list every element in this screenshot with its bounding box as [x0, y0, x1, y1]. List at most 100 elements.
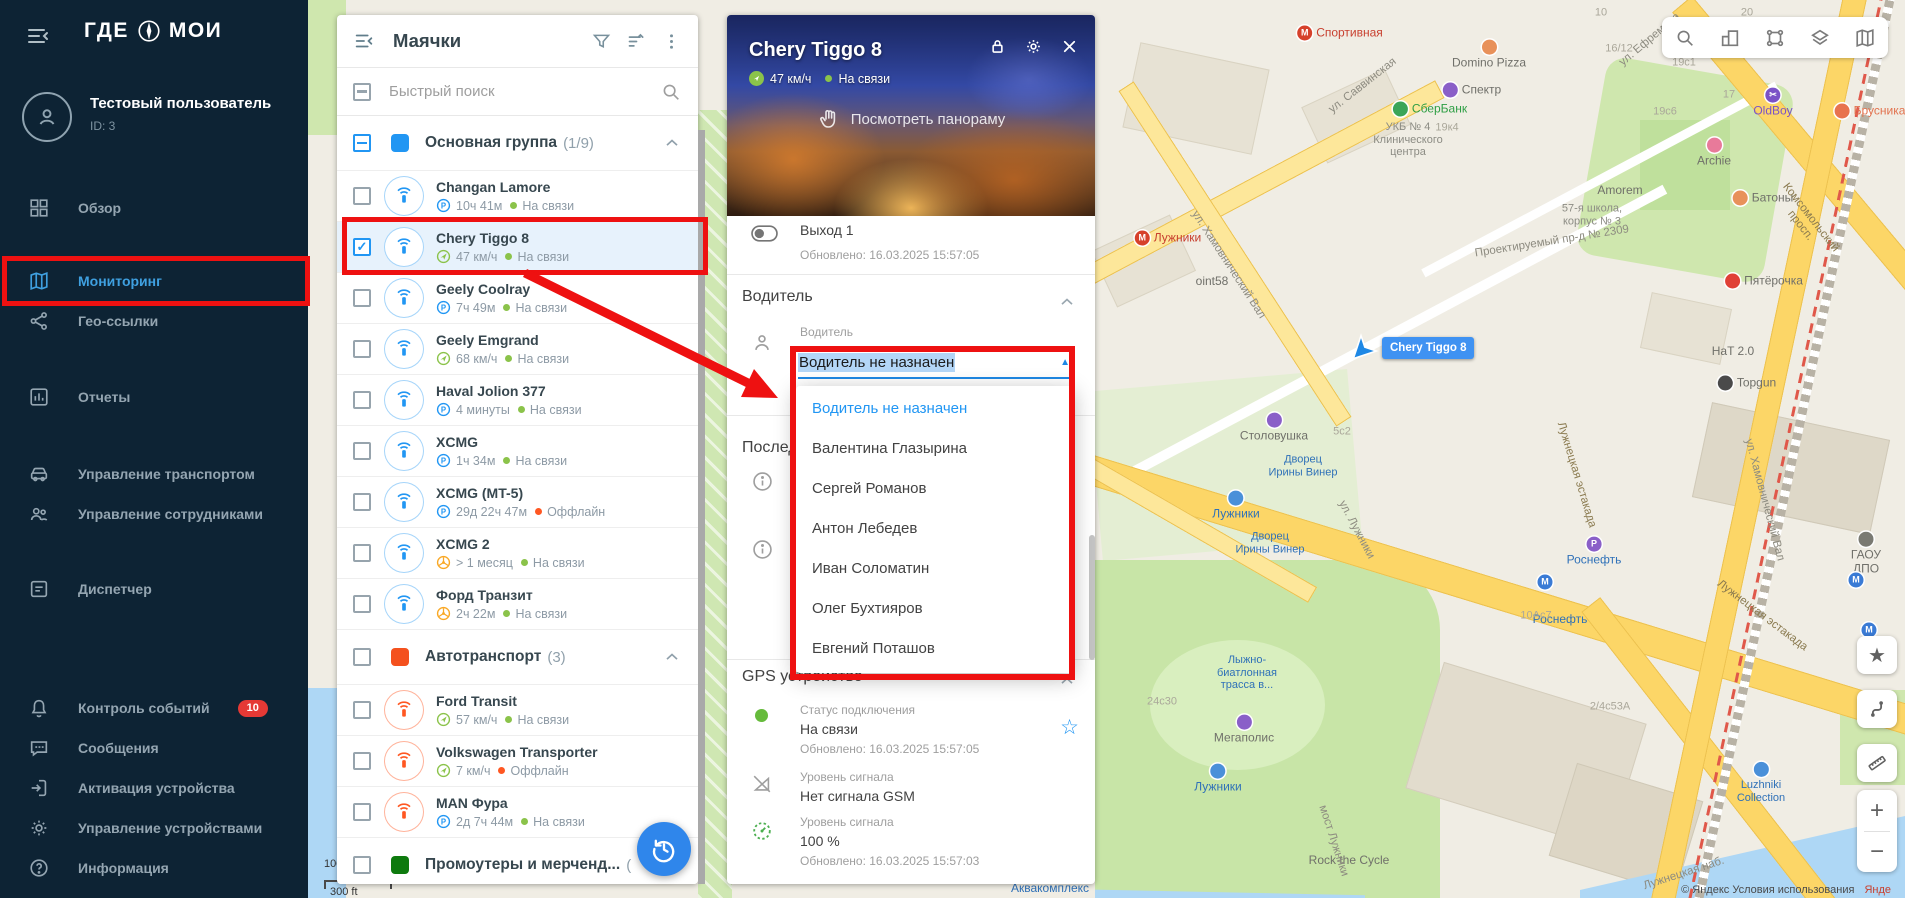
zoom-in-button[interactable]: + [1857, 791, 1897, 831]
info-icon[interactable] [751, 470, 774, 493]
vehicle-row[interactable]: Geely Emgrand68 км/чНа связи [337, 324, 698, 375]
sidebar-item-geolinks[interactable]: Гео-ссылки [0, 301, 308, 341]
sidebar-item-overview[interactable]: Обзор [0, 188, 308, 228]
quick-search-row [337, 68, 698, 116]
status-time: 10ч 41м [456, 199, 502, 213]
group-color-icon [391, 648, 409, 666]
vehicle-name: Changan Lamore [436, 179, 574, 195]
sidebar-item-reports[interactable]: Отчеты [0, 377, 308, 417]
chevron-up-icon[interactable] [662, 133, 682, 153]
vehicle-checkbox[interactable] [353, 391, 371, 409]
group-checkbox[interactable] [353, 648, 371, 666]
vehicle-row[interactable]: Changan LamoreP10ч 41мНа связи [337, 171, 698, 222]
chevron-up-icon[interactable] [1057, 292, 1077, 312]
filter-icon[interactable] [591, 31, 612, 52]
group-row[interactable]: Основная группа(1/9) [337, 116, 698, 171]
sidebar-item-events[interactable]: Контроль событий 10 [0, 688, 308, 728]
vehicle-checkbox[interactable] [353, 340, 371, 358]
group-checkbox[interactable] [353, 134, 371, 152]
list-scrollbar[interactable] [698, 130, 705, 884]
detail-scrollbar[interactable] [1089, 535, 1095, 660]
gear-icon [28, 817, 50, 839]
vehicle-row[interactable]: Volkswagen Transporter7 км/чОффлайн [337, 736, 698, 787]
map-search-icon[interactable] [1674, 27, 1696, 49]
connection-dot [498, 767, 505, 774]
driver-option[interactable]: Иван Соломатин [796, 548, 1073, 588]
settings-gear-icon[interactable] [1024, 37, 1043, 56]
vehicle-row[interactable]: Geely CoolrayP7ч 49мНа связи [337, 273, 698, 324]
vehicle-checkbox[interactable] [353, 187, 371, 205]
sidebar-item-transport[interactable]: Управление транспортом [0, 454, 308, 494]
select-all-checkbox[interactable] [353, 83, 371, 101]
sidebar-item-monitoring[interactable]: Мониторинг [0, 261, 308, 301]
user-block[interactable]: Тестовый пользователь ID: 3 [22, 92, 271, 142]
driver-option[interactable]: Валентина Глазырина [796, 428, 1073, 468]
favorites-button[interactable]: ★ [1857, 636, 1897, 674]
driver-option[interactable]: Олег Бухтияров [796, 588, 1073, 628]
track-route-button[interactable] [1857, 690, 1897, 728]
chevron-up-icon[interactable] [662, 647, 682, 667]
photo-star-icon[interactable]: ☆ [1056, 847, 1077, 874]
driver-select[interactable]: Водитель не назначен ▲ [798, 347, 1070, 379]
map-polygon-icon[interactable] [1764, 27, 1786, 49]
map-layers-icon[interactable] [1809, 27, 1831, 49]
vehicle-checkbox[interactable] [353, 442, 371, 460]
search-input[interactable] [387, 82, 644, 101]
toggle-off-icon[interactable] [751, 225, 778, 242]
sort-icon[interactable] [626, 31, 647, 52]
driver-option[interactable]: Сергей Романов [796, 468, 1073, 508]
vehicle-checkbox[interactable] [353, 493, 371, 511]
vehicle-row[interactable]: XCMG (MT-5)P29д 22ч 47мОффлайн [337, 477, 698, 528]
sidebar-item-employees[interactable]: Управление сотрудниками [0, 494, 308, 534]
vehicle-row[interactable]: Chery Tiggo 847 км/чНа связи [337, 222, 698, 273]
driver-person-icon [751, 332, 773, 354]
vehicle-row[interactable]: XCMG 2> 1 месяцНа связи [337, 528, 698, 579]
vehicle-checkbox[interactable] [353, 803, 371, 821]
vehicle-row[interactable]: XCMGP1ч 34мНа связи [337, 426, 698, 477]
search-icon[interactable] [660, 81, 682, 103]
sidebar-collapse-icon[interactable] [26, 24, 50, 48]
track-history-button[interactable] [637, 822, 691, 876]
vehicle-row[interactable]: Форд Транзит2ч 22мНа связи [337, 579, 698, 630]
vehicle-map-label[interactable]: Chery Tiggo 8 [1382, 337, 1474, 359]
group-name: Промоутеры и мерченд... [425, 856, 620, 874]
panel-collapse-icon[interactable] [353, 30, 375, 52]
beacon-icon [384, 431, 424, 471]
sidebar-item-devices[interactable]: Управление устройствами [0, 808, 308, 848]
sidebar-item-info[interactable]: Информация [0, 848, 308, 888]
driver-option[interactable]: Водитель не назначен [796, 388, 1073, 428]
driver-option[interactable]: Евгений Поташов [796, 628, 1073, 668]
vehicle-checkbox[interactable] [353, 289, 371, 307]
lock-icon[interactable] [988, 37, 1007, 56]
vehicle-checkbox[interactable] [353, 238, 371, 256]
events-badge: 10 [238, 700, 268, 717]
map-poi-icon [1482, 40, 1497, 55]
map-type-icon[interactable] [1854, 27, 1876, 49]
group-row[interactable]: Автотранспорт(3) [337, 630, 698, 685]
close-icon[interactable] [1060, 37, 1079, 56]
map-label: Лужнецкая эстакада [1554, 421, 1599, 530]
map-city-icon[interactable] [1719, 27, 1741, 49]
sidebar-item-messages[interactable]: Сообщения [0, 728, 308, 768]
favorite-star-icon[interactable]: ☆ [1060, 715, 1079, 740]
group-name: Автотранспорт [425, 648, 541, 666]
beacon-icon [384, 690, 424, 730]
ruler-button[interactable] [1857, 744, 1897, 782]
zoom-out-button[interactable]: − [1857, 832, 1897, 872]
vehicle-row[interactable]: Haval Jolion 377P4 минутыНа связи [337, 375, 698, 426]
vehicle-checkbox[interactable] [353, 544, 371, 562]
panorama-button[interactable]: Посмотреть панораму [727, 107, 1095, 131]
vehicle-checkbox[interactable] [353, 701, 371, 719]
chevron-up-icon[interactable] [1057, 671, 1077, 691]
vehicle-checkbox[interactable] [353, 595, 371, 613]
sidebar-item-activation[interactable]: Активация устройства [0, 768, 308, 808]
kebab-menu-icon[interactable] [661, 31, 682, 52]
info-icon[interactable] [751, 538, 774, 561]
copyright-text[interactable]: © Яндекс Условия использования [1681, 884, 1854, 896]
vehicle-checkbox[interactable] [353, 752, 371, 770]
group-checkbox[interactable] [353, 856, 371, 874]
map-label: 10 [1595, 7, 1607, 20]
vehicle-row[interactable]: Ford Transit57 км/чНа связи [337, 685, 698, 736]
driver-option[interactable]: Антон Лебедев [796, 508, 1073, 548]
sidebar-item-dispatcher[interactable]: Диспетчер [0, 569, 308, 609]
